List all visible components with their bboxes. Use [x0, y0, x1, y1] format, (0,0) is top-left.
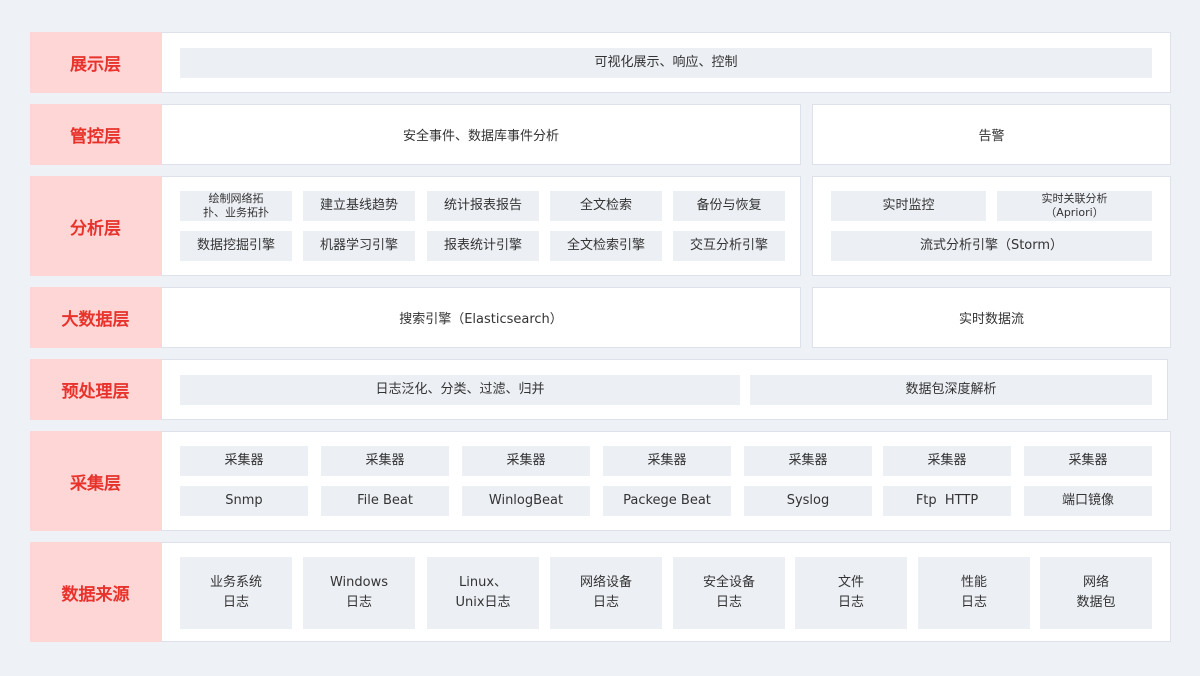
analysis-cell-baseline: 建立基线趋势 [303, 191, 415, 221]
layer-sources: 数据来源 业务系统 日志 Windows 日志 Linux、 Unix日志 网络… [30, 542, 1171, 642]
source-windows-log: Windows 日志 [303, 557, 415, 629]
collector-label: 采集器 [180, 446, 308, 476]
collector-packegebeat: Packege Beat [603, 486, 731, 516]
layer-display: 展示层 可视化展示、响应、控制 [30, 32, 1171, 93]
bigdata-search-panel: 搜索引擎（Elasticsearch） [161, 287, 801, 348]
source-line: 日志 [837, 595, 864, 610]
layer-preprocess: 预处理层 日志泛化、分类、过滤、归并 数据包深度解析 [30, 359, 1168, 420]
source-line: 日志 [960, 595, 987, 610]
collection-panel: 采集器 采集器 采集器 采集器 采集器 采集器 采集器 Snmp File Be… [161, 431, 1171, 531]
source-line: 日志 [222, 595, 249, 610]
collector-winlogbeat: WinlogBeat [462, 486, 590, 516]
source-line: 安全设备 [702, 575, 755, 590]
collector-filebeat: File Beat [321, 486, 449, 516]
layer-label-display: 展示层 [30, 32, 161, 93]
collector-label: 采集器 [462, 446, 590, 476]
source-performance-log: 性能 日志 [918, 557, 1030, 629]
analysis-cell-apriori: 实时关联分析 （Apriori） [997, 191, 1152, 221]
analysis-cell-backup: 备份与恢复 [673, 191, 785, 221]
analysis-cell-mining-engine: 数据挖掘引擎 [180, 231, 292, 261]
analysis-side-panel: 实时监控 实时关联分析 （Apriori） 流式分析引擎（Storm） [812, 176, 1171, 276]
source-line: 业务系统 [209, 575, 262, 590]
sources-panel: 业务系统 日志 Windows 日志 Linux、 Unix日志 网络设备 日志… [161, 542, 1171, 642]
source-line: Windows [329, 575, 389, 590]
analysis-cell-topology: 绘制网络拓 扑、业务拓扑 [180, 191, 292, 221]
collector-label: 采集器 [321, 446, 449, 476]
control-main-panel: 安全事件、数据库事件分析 [161, 104, 801, 165]
collector-label: 采集器 [603, 446, 731, 476]
preprocess-cell-packet: 数据包深度解析 [750, 375, 1152, 405]
bigdata-stream-panel: 实时数据流 [812, 287, 1171, 348]
source-line: 文件 [837, 575, 864, 590]
layer-label-sources: 数据来源 [30, 542, 161, 642]
collector-snmp: Snmp [180, 486, 308, 516]
source-line: 日志 [592, 595, 619, 610]
source-security-device-log: 安全设备 日志 [673, 557, 785, 629]
source-line: 性能 [960, 575, 987, 590]
collector-syslog: Syslog [744, 486, 872, 516]
analysis-cell-storm: 流式分析引擎（Storm） [831, 231, 1152, 261]
source-line: Unix日志 [455, 595, 511, 610]
layer-label-control: 管控层 [30, 104, 161, 165]
preprocess-cell-log: 日志泛化、分类、过滤、归并 [180, 375, 740, 405]
source-business-log: 业务系统 日志 [180, 557, 292, 629]
collector-ftp-http: Ftp HTTP [883, 486, 1011, 516]
collector-label: 采集器 [744, 446, 872, 476]
preprocess-panel: 日志泛化、分类、过滤、归并 数据包深度解析 [161, 359, 1168, 420]
source-linux-unix-log: Linux、 Unix日志 [427, 557, 539, 629]
analysis-cell-report: 统计报表报告 [427, 191, 539, 221]
layer-bigdata: 大数据层 搜索引擎（Elasticsearch） 实时数据流 [30, 287, 1171, 348]
analysis-cell-realtime-monitor: 实时监控 [831, 191, 986, 221]
layer-label-bigdata: 大数据层 [30, 287, 161, 348]
collector-port-mirror: 端口镜像 [1024, 486, 1152, 516]
source-line: 日志 [345, 595, 372, 610]
layer-label-collection: 采集层 [30, 431, 161, 531]
analysis-cell-interactive-engine: 交互分析引擎 [673, 231, 785, 261]
source-line: 网络 [1082, 575, 1109, 590]
display-panel: 可视化展示、响应、控制 [161, 32, 1171, 93]
source-line: 日志 [715, 595, 742, 610]
collector-label: 采集器 [883, 446, 1011, 476]
layer-analysis: 分析层 绘制网络拓 扑、业务拓扑 建立基线趋势 统计报表报告 全文检索 备份与恢… [30, 176, 1171, 276]
layer-label-preprocess: 预处理层 [30, 359, 161, 420]
source-network-device-log: 网络设备 日志 [550, 557, 662, 629]
source-file-log: 文件 日志 [795, 557, 907, 629]
layer-collection: 采集层 采集器 采集器 采集器 采集器 采集器 采集器 采集器 Snmp Fil… [30, 431, 1171, 531]
source-network-packet: 网络 数据包 [1040, 557, 1152, 629]
source-line: 数据包 [1076, 595, 1116, 610]
layer-label-analysis: 分析层 [30, 176, 161, 276]
architecture-diagram: { "layers": { "display": { "label": "展示层… [0, 0, 1200, 676]
control-alert-panel: 告警 [812, 104, 1171, 165]
analysis-main-panel: 绘制网络拓 扑、业务拓扑 建立基线趋势 统计报表报告 全文检索 备份与恢复 数据… [161, 176, 801, 276]
analysis-cell-fulltext-engine: 全文检索引擎 [550, 231, 662, 261]
analysis-cell-report-engine: 报表统计引擎 [427, 231, 539, 261]
source-line: Linux、 [458, 575, 508, 590]
analysis-cell-ml-engine: 机器学习引擎 [303, 231, 415, 261]
layer-control: 管控层 安全事件、数据库事件分析 告警 [30, 104, 1171, 165]
source-line: 网络设备 [579, 575, 632, 590]
display-item: 可视化展示、响应、控制 [180, 48, 1152, 78]
collector-label: 采集器 [1024, 446, 1152, 476]
analysis-cell-fulltext: 全文检索 [550, 191, 662, 221]
